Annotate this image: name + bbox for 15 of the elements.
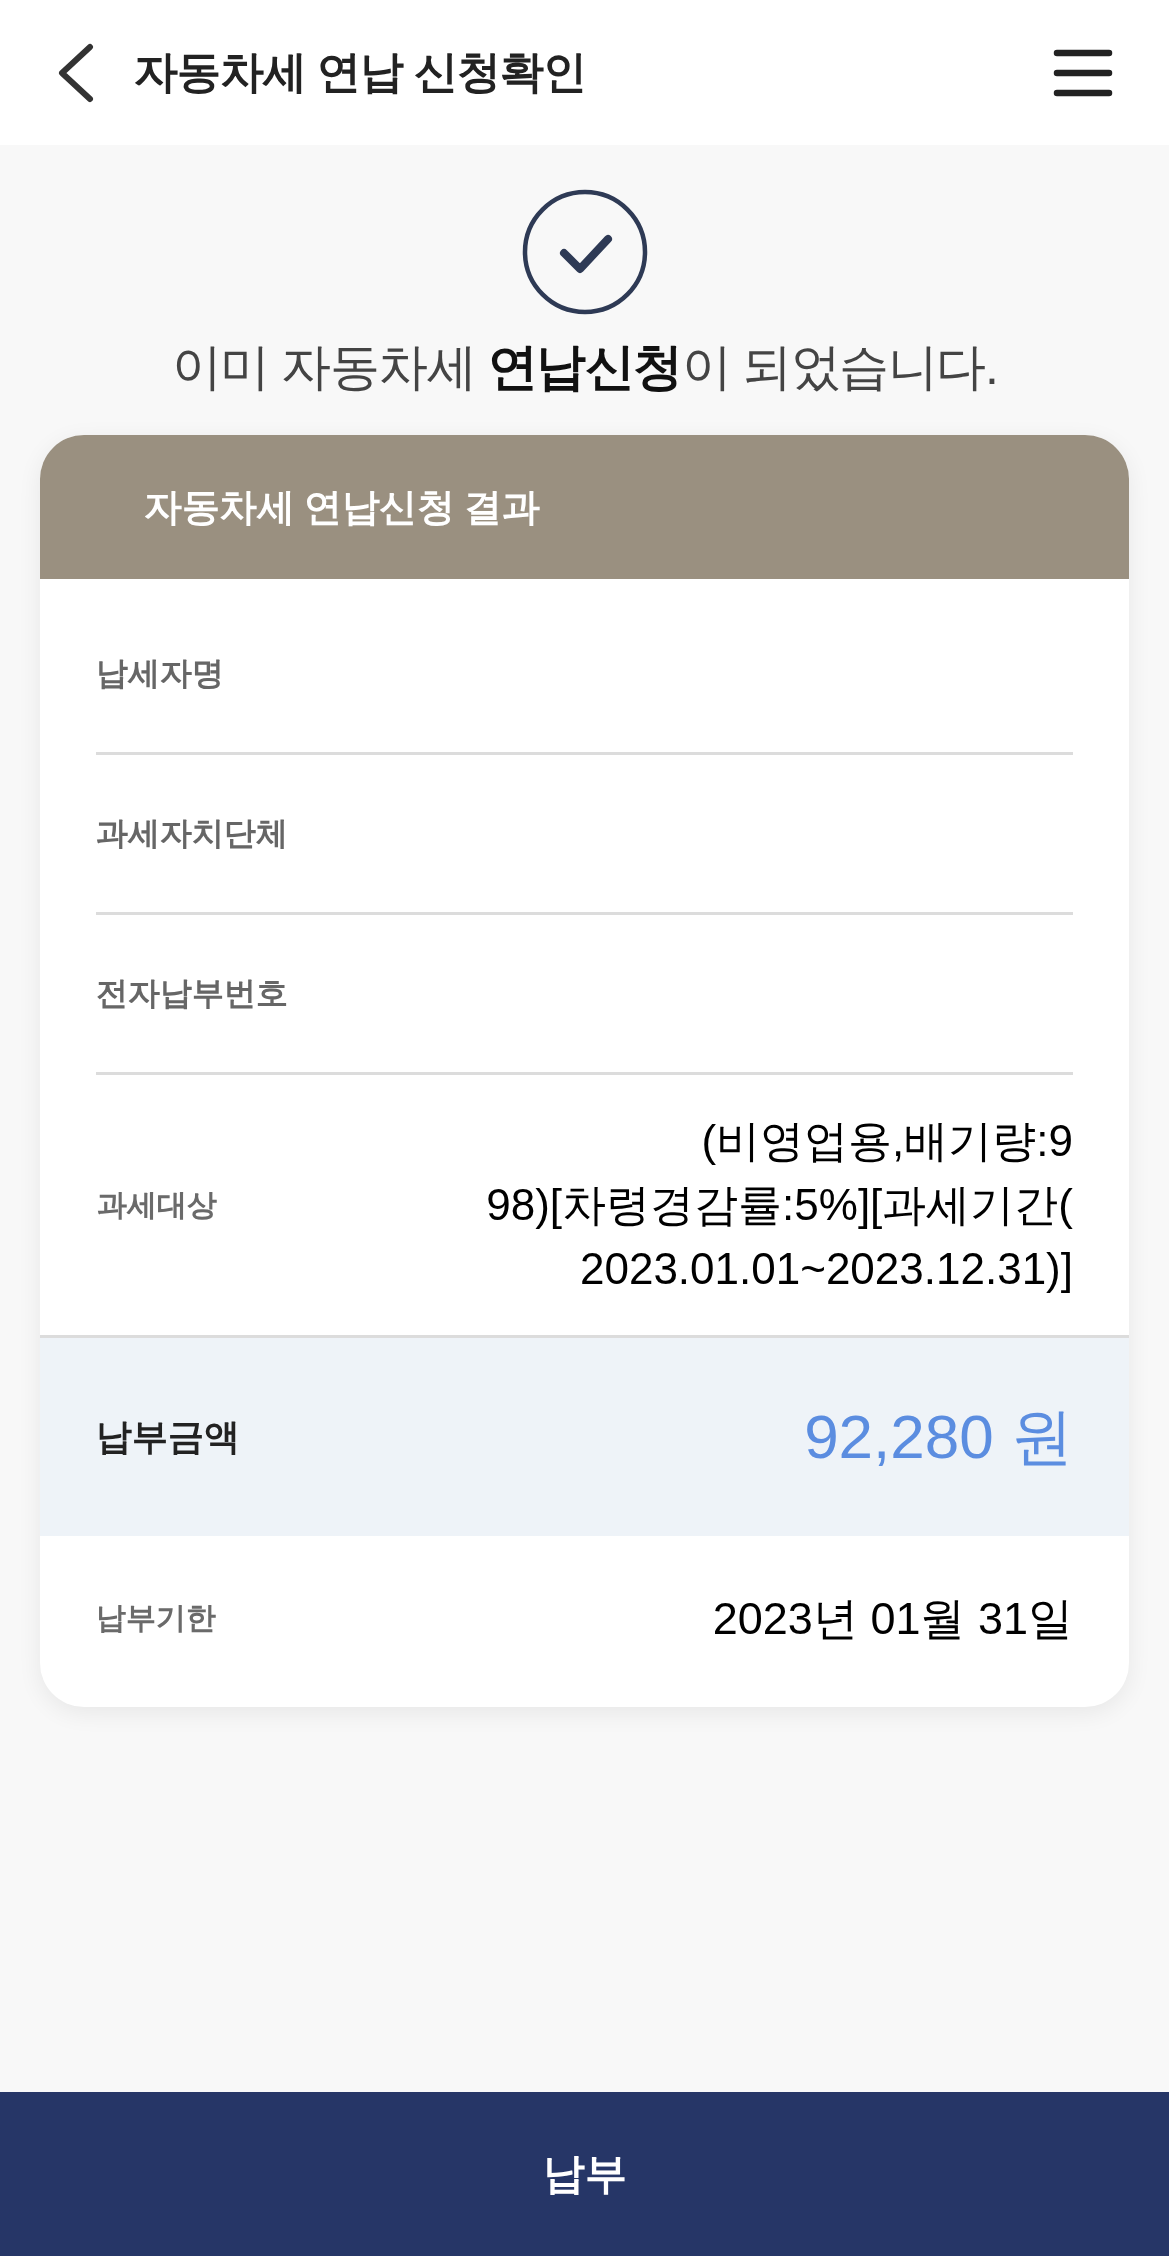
- tax-object-text: (비영업용,배기량:9 98)[차령경감률:5%][과세기간( 2023.01.01~2023.12.31)]: [486, 1115, 1073, 1295]
- page-title: 자동차세 연납 신청확인: [134, 46, 588, 98]
- field-label: 과세대상: [97, 1186, 217, 1223]
- field-label: 납세자명: [96, 653, 224, 693]
- due-date-value: 2023년 01월 31일: [712, 1591, 1073, 1646]
- check-circle-icon: [521, 189, 648, 315]
- status-message: 이미 자동차세 연납신청이 되었습니다.: [171, 338, 998, 397]
- field-label: 전자납부번호: [96, 973, 288, 1013]
- menu-icon[interactable]: [1053, 48, 1113, 97]
- pay-button[interactable]: 납부: [0, 2092, 1169, 2256]
- amount-value: 92,280 원: [804, 1401, 1073, 1473]
- field-label: 과세자치단체: [96, 813, 288, 853]
- field-label: 납부금액: [96, 1414, 240, 1459]
- field-label: 납부기한: [96, 1600, 216, 1636]
- card-title: 자동차세 연납신청 결과: [144, 484, 540, 530]
